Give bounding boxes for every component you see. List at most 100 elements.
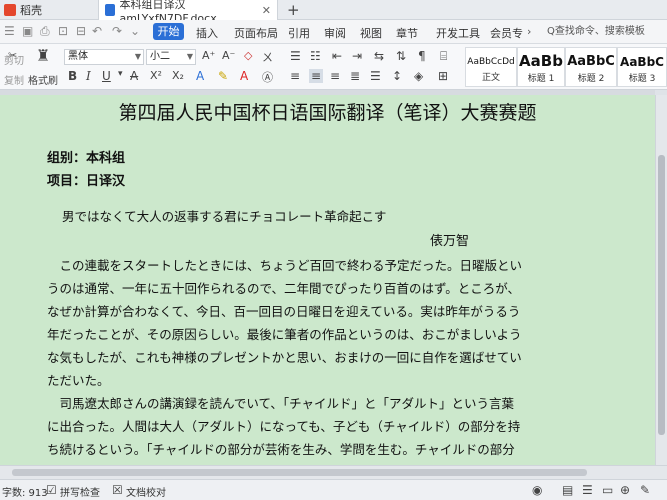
chevron-down-icon: ▼ — [186, 52, 193, 61]
command-search-input[interactable]: Q查找命令、搜索模板 — [545, 23, 665, 41]
tab-references[interactable]: 引用 — [288, 25, 310, 41]
proofread-button[interactable]: 文档校对 — [126, 484, 166, 499]
font-size-select[interactable]: 小二 ▼ — [146, 49, 196, 65]
underline-options-icon[interactable]: ▾ — [118, 69, 123, 79]
clear-format-icon[interactable]: ◇ — [244, 49, 252, 62]
bullets-icon[interactable]: ☰ — [290, 49, 301, 63]
new-tab-icon[interactable]: + — [287, 0, 300, 20]
distributed-icon[interactable]: ☰ — [370, 69, 381, 83]
decrease-indent-icon[interactable]: ⇤ — [332, 49, 342, 63]
shrink-font-icon[interactable]: A⁻ — [222, 49, 235, 62]
increase-indent-icon[interactable]: ⇥ — [352, 49, 362, 63]
body-line: 司馬遼太郎さんの講演録を読んでいて、「チャイルド」と「アダルト」という言葉 — [47, 396, 515, 411]
body-line: な気もしたが、これも神様のプレゼントかと思い、おまけの一回に自作を選ばせてい — [47, 350, 522, 365]
style-heading-2[interactable]: AaBbC 标题 2 — [565, 47, 617, 87]
tab-docer[interactable]: 稻壳 — [0, 0, 98, 20]
italic-icon[interactable]: I — [86, 69, 91, 83]
reading-view-icon[interactable]: ▭ — [602, 483, 613, 497]
font-color-icon[interactable]: A — [240, 69, 248, 83]
customize-icon[interactable]: ⌄ — [130, 24, 140, 38]
subscript-icon[interactable]: X₂ — [172, 69, 184, 82]
align-right-icon[interactable]: ≡ — [330, 69, 340, 83]
preview-icon[interactable]: ⊡ — [58, 24, 68, 38]
menu-icon[interactable]: ☰ — [4, 24, 15, 38]
outline-view-icon[interactable]: ☰ — [582, 483, 593, 497]
style-normal[interactable]: AaBbCcDd 正文 — [465, 47, 517, 87]
shading-icon[interactable]: ◈ — [414, 69, 423, 83]
undo-icon[interactable]: ↶ — [92, 24, 102, 38]
strikethrough-icon[interactable]: A — [130, 69, 138, 83]
tab-docer-label: 稻壳 — [20, 4, 42, 17]
style-heading-2-preview: AaBbC — [567, 54, 615, 69]
ruler-toggle-icon[interactable]: ⌸ — [440, 49, 447, 64]
close-tab-icon[interactable]: ✕ — [262, 4, 271, 17]
page-view-icon[interactable]: ▤ — [562, 483, 573, 497]
tab-review[interactable]: 审阅 — [324, 25, 346, 41]
grow-font-icon[interactable]: A⁺ — [202, 49, 215, 62]
tab-start[interactable]: 开始 — [153, 23, 184, 40]
tab-insert[interactable]: 插入 — [196, 25, 218, 41]
horizontal-scroll-thumb[interactable] — [12, 469, 587, 476]
menu-more-icon[interactable]: › — [527, 25, 531, 38]
document-page[interactable]: 第四届人民中国杯日语国际翻译（笔译）大赛赛题 组别：本科组 项目：日译汉 男では… — [0, 95, 655, 465]
cut-button[interactable]: 剪切 — [4, 52, 24, 67]
show-marks-icon[interactable]: ¶ — [418, 49, 426, 63]
tab-view[interactable]: 视图 — [360, 25, 382, 41]
style-normal-name: 正文 — [481, 73, 500, 83]
body-line: ただいた。 — [47, 373, 110, 388]
tab-page-layout[interactable]: 页面布局 — [234, 25, 278, 41]
font-name-select[interactable]: 黑体 ▼ — [64, 49, 144, 65]
spell-check-button[interactable]: 拼写检查 — [60, 484, 100, 499]
body-line: うのは通常、一年に五十回作られるので、二年間でぴったり百首のはず。ところが、 — [47, 281, 521, 296]
format-painter-button[interactable]: 格式刷 — [28, 72, 58, 87]
text-effect-icon[interactable]: A — [196, 69, 204, 83]
line-spacing-icon[interactable]: ↕ — [392, 69, 402, 83]
borders-icon[interactable]: ⊞ — [438, 69, 448, 83]
styles-gallery: AaBbCcDd 正文 AaBb 标题 1 AaBbC 标题 2 AaBbC 标… — [465, 47, 667, 87]
save-icon[interactable]: ▣ — [22, 24, 33, 38]
eye-protection-icon[interactable]: ◉ — [532, 483, 542, 497]
bold-icon[interactable]: B — [68, 69, 77, 83]
format-painter-icon[interactable]: ♜ — [36, 46, 50, 65]
tab-developer[interactable]: 开发工具 — [436, 25, 480, 41]
style-heading-1-preview: AaBb — [519, 52, 563, 70]
style-heading-1[interactable]: AaBb 标题 1 — [517, 47, 565, 87]
vertical-scroll-thumb[interactable] — [658, 155, 665, 435]
font-size-value: 小二 — [150, 51, 170, 62]
word-count[interactable]: 字数: 913 — [2, 484, 48, 499]
justify-icon[interactable]: ≣ — [350, 69, 360, 83]
spell-check-icon: ☑ — [46, 483, 57, 497]
print-icon[interactable]: ⎙ — [40, 24, 50, 39]
sort-icon[interactable]: ⇅ — [396, 49, 406, 63]
horizontal-scrollbar[interactable] — [0, 465, 667, 479]
web-view-icon[interactable]: ⊕ — [620, 483, 630, 497]
chinese-layout-icon[interactable]: ⇆ — [374, 49, 384, 63]
proofread-icon: ☒ — [112, 483, 123, 497]
phonetic-icon[interactable]: ㄨ — [262, 49, 273, 65]
vertical-scrollbar[interactable] — [655, 95, 667, 465]
title-tab-bar: 稻壳 本科组日译汉amLYxfN7DF.docx ✕ + — [0, 0, 667, 25]
redo-icon[interactable]: ↷ — [112, 24, 122, 38]
style-heading-3-preview: AaBbC — [620, 55, 664, 69]
write-mode-icon[interactable]: ✎ — [640, 483, 650, 497]
superscript-icon[interactable]: X² — [150, 69, 162, 82]
document-title: 第四届人民中国杯日语国际翻译（笔译）大赛赛题 — [118, 102, 537, 124]
numbering-icon[interactable]: ☷ — [310, 49, 321, 63]
underline-icon[interactable]: U — [102, 69, 111, 83]
align-left-icon[interactable]: ≡ — [290, 69, 300, 83]
author-name: 俵万智 — [430, 234, 470, 249]
tab-section[interactable]: 章节 — [396, 25, 418, 41]
print-preview-icon[interactable]: ⊟ — [76, 24, 86, 38]
align-center-icon[interactable]: ≡ — [309, 69, 324, 83]
group-line: 组别：本科组 — [47, 151, 126, 166]
char-border-icon[interactable]: Ⓐ — [262, 69, 273, 85]
tab-document[interactable]: 本科组日译汉amLYxfN7DF.docx ✕ — [98, 0, 278, 25]
docer-logo-icon — [4, 4, 16, 16]
tab-member[interactable]: 会员专 — [490, 25, 523, 41]
poem-line: 男ではなくて大人の返事する君にチョコレート革命起こす — [62, 209, 387, 224]
body-line: なぜか計算が合わなくて、今日、百一回目の日曜日を迎えている。実は昨年がうるう — [47, 304, 521, 319]
body-line: に出合った。人間は大人（アダルト）になっても、子ども（チャイルド）の部分を持 — [47, 419, 521, 434]
highlight-icon[interactable]: ✎ — [218, 69, 228, 83]
copy-button[interactable]: 复制 — [4, 72, 24, 87]
style-heading-3[interactable]: AaBbC 标题 3 — [617, 47, 667, 87]
